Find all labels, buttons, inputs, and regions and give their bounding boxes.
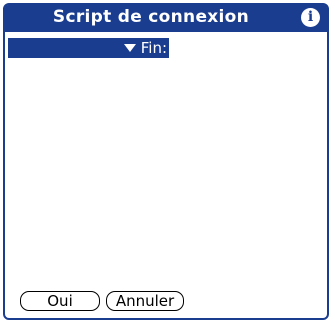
dialog-window: Script de connexion i Fin: Oui Annuler — [3, 3, 329, 320]
command-label: Fin: — [140, 39, 167, 57]
dialog-title: Script de connexion — [52, 7, 250, 27]
triangle-down-icon — [123, 44, 136, 52]
info-icon[interactable]: i — [301, 8, 320, 27]
script-line-selected[interactable]: Fin: — [8, 38, 169, 58]
ok-button[interactable]: Oui — [20, 291, 100, 311]
title-bar: Script de connexion i — [5, 5, 327, 32]
command-dropdown[interactable]: Fin: — [123, 38, 167, 58]
cancel-button[interactable]: Annuler — [106, 291, 184, 311]
